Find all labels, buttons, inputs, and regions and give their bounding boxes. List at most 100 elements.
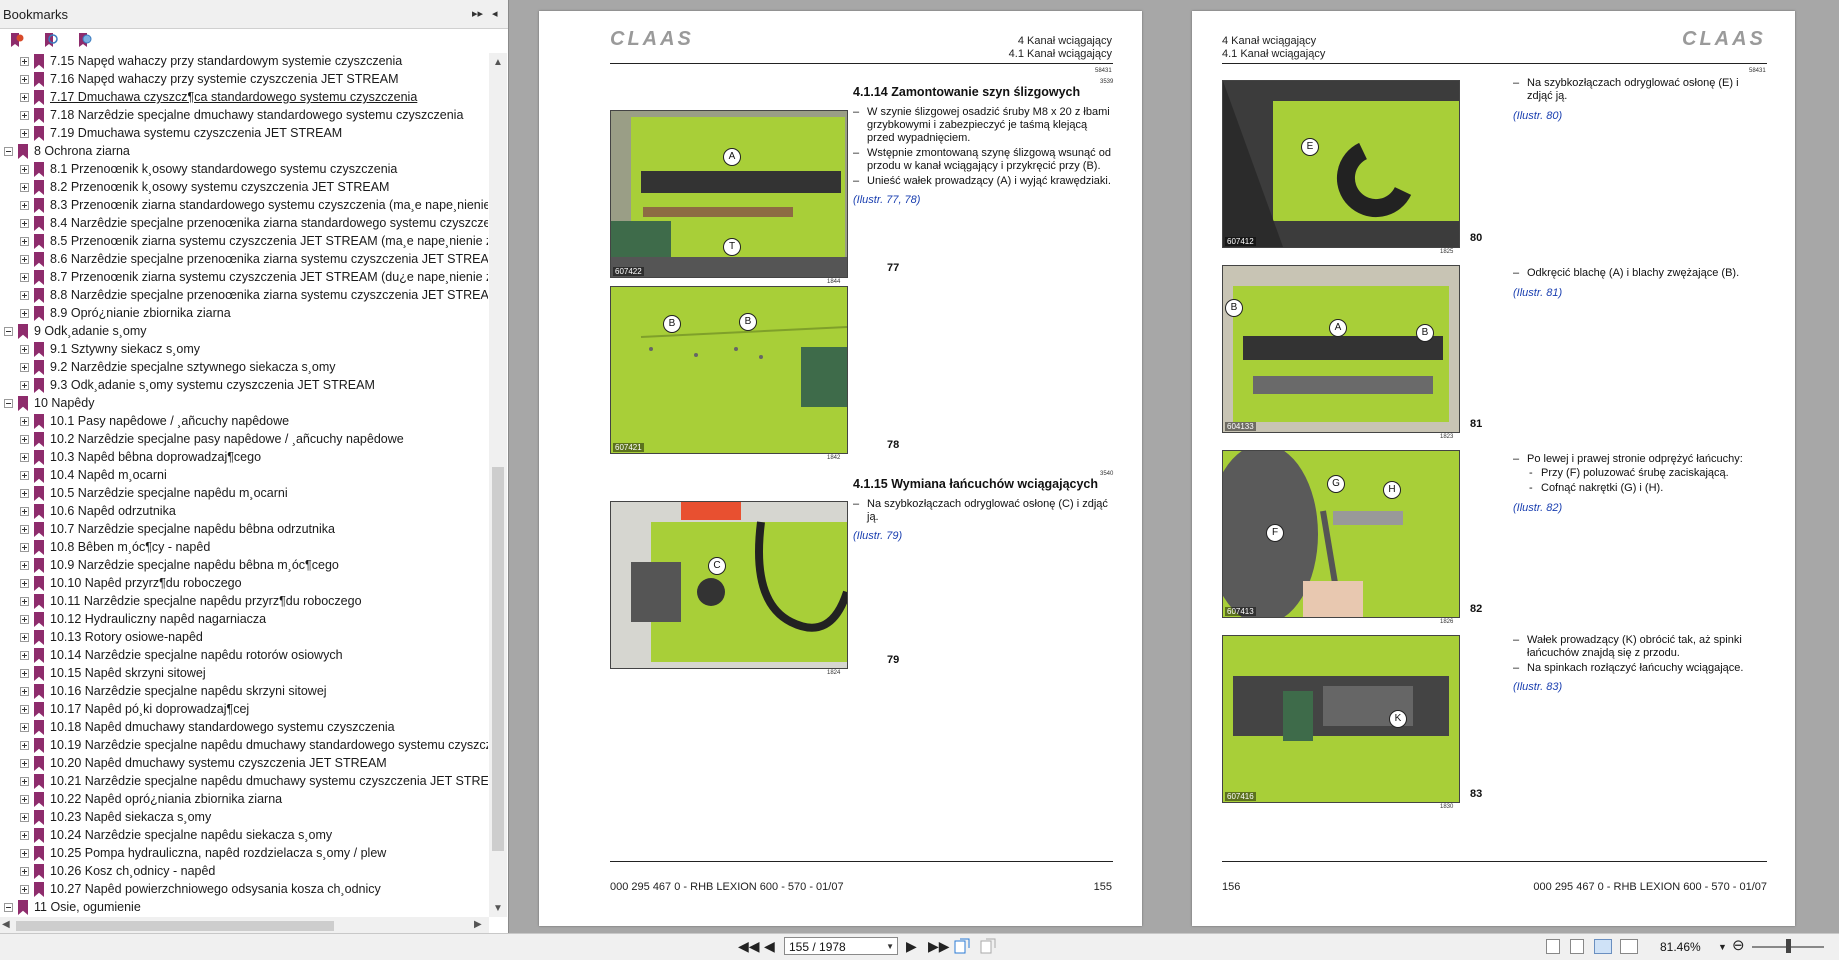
collapse-icon[interactable]: [4, 399, 13, 408]
expand-icon[interactable]: [20, 219, 29, 228]
expand-icon[interactable]: [20, 615, 29, 624]
bookmark-item[interactable]: 8.2 Przenoœnik k¸osowy systemu czyszczen…: [0, 179, 488, 197]
expand-icon[interactable]: [20, 507, 29, 516]
expand-icon[interactable]: [20, 273, 29, 282]
bookmark-item[interactable]: 7.16 Napęd wahaczy przy systemie czyszcz…: [0, 71, 488, 89]
expand-icon[interactable]: [20, 417, 29, 426]
bookmark-item[interactable]: 10.13 Rotory osiowe-napêd: [0, 629, 488, 647]
expand-icon[interactable]: [20, 831, 29, 840]
figure-reference-link[interactable]: (Ilustr. 81): [1513, 287, 1562, 299]
collapse-icon[interactable]: [4, 147, 13, 156]
bookmark-item[interactable]: 7.18 Narzêdzie specjalne dmuchawy standa…: [0, 107, 488, 125]
expand-icon[interactable]: [20, 129, 29, 138]
expand-icon[interactable]: [20, 111, 29, 120]
bookmark-item[interactable]: 10.15 Napêd skrzyni sitowej: [0, 665, 488, 683]
bookmark-item[interactable]: 10.3 Napêd bêbna doprowadzaj¶cego: [0, 449, 488, 467]
expand-icon[interactable]: [20, 453, 29, 462]
bookmark-item[interactable]: 10.22 Napêd opró¿niania zbiornika ziarna: [0, 791, 488, 809]
expand-icon[interactable]: [20, 651, 29, 660]
bookmark-item[interactable]: 8.3 Przenoœnik ziarna standardowego syst…: [0, 197, 488, 215]
bookmark-item[interactable]: 10.7 Narzêdzie specjalne napêdu bêbna od…: [0, 521, 488, 539]
figure-reference-link[interactable]: (Ilustr. 80): [1513, 110, 1562, 122]
bookmark-item[interactable]: 10.6 Napêd odrzutnika: [0, 503, 488, 521]
bookmark-item[interactable]: 9.1 Sztywny siekacz s¸omy: [0, 341, 488, 359]
panel-options-button[interactable]: ▸▸: [472, 7, 483, 20]
collapse-icon[interactable]: [4, 327, 13, 336]
expand-icon[interactable]: [20, 849, 29, 858]
expand-icon[interactable]: [20, 381, 29, 390]
expand-icon[interactable]: [20, 237, 29, 246]
two-page-view-icon[interactable]: [1594, 939, 1612, 954]
bookmark-item[interactable]: 9.3 Odk¸adanie s¸omy systemu czyszczenia…: [0, 377, 488, 395]
bookmark-item[interactable]: 8 Ochrona ziarna: [0, 143, 488, 161]
bookmark-item[interactable]: 8.8 Narzêdzie specjalne przenoœnika ziar…: [0, 287, 488, 305]
expand-icon[interactable]: [20, 867, 29, 876]
bookmark-item[interactable]: 10.1 Pasy napêdowe / ¸añcuchy napêdowe: [0, 413, 488, 431]
expand-icon[interactable]: [20, 597, 29, 606]
h-scroll-thumb[interactable]: [16, 921, 334, 931]
zoom-level[interactable]: 81.46%: [1660, 940, 1701, 954]
expand-icon[interactable]: [20, 435, 29, 444]
bookmark-item[interactable]: 11 Osie, ogumienie: [0, 899, 488, 917]
scroll-right-arrow-icon[interactable]: ▶: [474, 919, 482, 930]
figure-reference-link[interactable]: (Ilustr. 77, 78): [853, 194, 920, 206]
bookmark-item[interactable]: 7.19 Dmuchawa systemu czyszczenia JET ST…: [0, 125, 488, 143]
collapse-panel-button[interactable]: ◂: [492, 7, 498, 20]
continuous-view-icon[interactable]: [1570, 939, 1584, 954]
bookmark-options-icon[interactable]: [8, 32, 24, 49]
bookmark-item[interactable]: 10.23 Napêd siekacza s¸omy: [0, 809, 488, 827]
bookmark-item[interactable]: 8.9 Opró¿nianie zbiornika ziarna: [0, 305, 488, 323]
next-view-icon[interactable]: [980, 938, 996, 954]
expand-icon[interactable]: [20, 795, 29, 804]
zoom-out-icon[interactable]: ⊖: [1732, 936, 1745, 954]
bookmark-item[interactable]: 10.12 Hydrauliczny napêd nagarniacza: [0, 611, 488, 629]
expand-icon[interactable]: [20, 165, 29, 174]
bookmark-item[interactable]: 8.5 Przenoœnik ziarna systemu czyszczeni…: [0, 233, 488, 251]
expand-icon[interactable]: [20, 813, 29, 822]
bookmark-item[interactable]: 10.19 Narzêdzie specjalne napêdu dmuchaw…: [0, 737, 488, 755]
document-view[interactable]: CLAAS 4 Kanał wciągający 4.1 Kanał wciąg…: [509, 0, 1839, 933]
bookmark-item[interactable]: 7.15 Napęd wahaczy przy standardowym sys…: [0, 53, 488, 71]
previous-view-icon[interactable]: [954, 938, 970, 954]
bookmark-item[interactable]: 10.11 Narzêdzie specjalne napêdu przyrz¶…: [0, 593, 488, 611]
bookmark-item[interactable]: 10.27 Napêd powierzchniowego odsysania k…: [0, 881, 488, 899]
page-number-input[interactable]: 155 / 1978 ▼: [784, 937, 898, 955]
expand-icon[interactable]: [20, 291, 29, 300]
bookmark-item[interactable]: 10.8 Bêben m¸óc¶cy - napêd: [0, 539, 488, 557]
expand-icon[interactable]: [20, 705, 29, 714]
bookmark-item[interactable]: 10.16 Narzêdzie specjalne napêdu skrzyni…: [0, 683, 488, 701]
bookmark-item[interactable]: 8.6 Narzêdzie specjalne przenoœnika ziar…: [0, 251, 488, 269]
bookmark-item[interactable]: 9.2 Narzêdzie specjalne sztywnego siekac…: [0, 359, 488, 377]
bookmark-item[interactable]: 10.14 Narzêdzie specjalne napêdu rotorów…: [0, 647, 488, 665]
expand-icon[interactable]: [20, 723, 29, 732]
find-bookmark-icon[interactable]: [76, 32, 92, 49]
bookmark-item[interactable]: 8.7 Przenoœnik ziarna systemu czyszczeni…: [0, 269, 488, 287]
bookmark-item[interactable]: 8.1 Przenoœnik k¸osowy standardowego sys…: [0, 161, 488, 179]
bookmark-item[interactable]: 7.17 Dmuchawa czyszcz¶ca standardowego s…: [0, 89, 488, 107]
expand-icon[interactable]: [20, 633, 29, 642]
last-page-icon[interactable]: ▶▶: [928, 938, 950, 955]
bookmark-item[interactable]: 10.26 Kosz ch¸odnicy - napêd: [0, 863, 488, 881]
expand-icon[interactable]: [20, 471, 29, 480]
bookmark-item[interactable]: 9 Odk¸adanie s¸omy: [0, 323, 488, 341]
expand-icon[interactable]: [20, 543, 29, 552]
expand-icon[interactable]: [20, 525, 29, 534]
bookmark-item[interactable]: 10.10 Napêd przyrz¶du roboczego: [0, 575, 488, 593]
expand-icon[interactable]: [20, 363, 29, 372]
scroll-left-arrow-icon[interactable]: ◀: [2, 919, 10, 930]
bookmark-item[interactable]: 10 Napêdy: [0, 395, 488, 413]
expand-icon[interactable]: [20, 759, 29, 768]
bookmark-item[interactable]: 10.25 Pompa hydrauliczna, napêd rozdziel…: [0, 845, 488, 863]
bookmark-item[interactable]: 10.21 Narzêdzie specjalne napêdu dmuchaw…: [0, 773, 488, 791]
expand-icon[interactable]: [20, 687, 29, 696]
expand-icon[interactable]: [20, 255, 29, 264]
expand-icon[interactable]: [20, 489, 29, 498]
figure-reference-link[interactable]: (Ilustr. 79): [853, 530, 902, 542]
expand-icon[interactable]: [20, 777, 29, 786]
vertical-scrollbar[interactable]: ▲ ▼: [489, 53, 507, 917]
zoom-slider-handle[interactable]: [1786, 939, 1791, 953]
bookmark-item[interactable]: 10.2 Narzêdzie specjalne pasy napêdowe /…: [0, 431, 488, 449]
chevron-down-icon[interactable]: ▼: [886, 938, 894, 956]
expand-icon[interactable]: [20, 345, 29, 354]
next-page-icon[interactable]: ▶: [906, 938, 917, 955]
